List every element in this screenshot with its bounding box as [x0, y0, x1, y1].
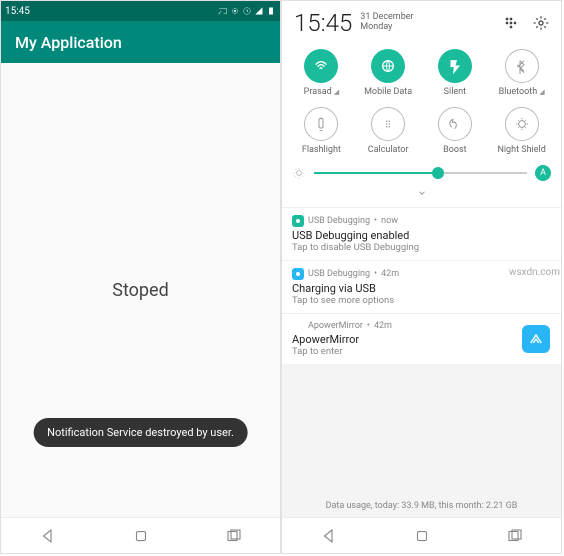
qs-tile-night shield[interactable]: Night Shield	[488, 103, 555, 161]
recent-button[interactable]	[225, 527, 243, 545]
qs-tile-calculator[interactable]: Calculator	[355, 103, 422, 161]
home-button[interactable]	[413, 527, 431, 545]
qs-header: 15:45 31 December Monday	[282, 1, 561, 41]
settings-icon[interactable]	[533, 15, 549, 31]
clock-icon	[242, 6, 252, 16]
notif-sub: Tap to see more options	[292, 295, 551, 306]
notif-sub: Tap to disable USB Debugging	[292, 242, 551, 253]
tile-label: Calculator	[368, 145, 409, 155]
cast-icon	[218, 6, 228, 16]
tile-icon	[380, 116, 396, 132]
app-body: Stoped Notification Service destroyed by…	[1, 63, 280, 517]
qs-date-weekday: Monday	[360, 22, 392, 32]
tile-icon	[514, 58, 530, 74]
back-button[interactable]	[39, 527, 57, 545]
notif-title: Charging via USB	[292, 282, 551, 295]
edit-tiles-icon[interactable]	[503, 15, 519, 31]
brightness-auto-toggle[interactable]: A	[535, 165, 551, 181]
status-bar: 15:45	[1, 1, 280, 21]
tile-label: Flashlight	[302, 145, 341, 155]
tile-icon	[447, 116, 463, 132]
tile-label: Night Shield	[497, 145, 545, 155]
tile-label: Prasad ◢	[304, 87, 339, 97]
qs-tile-flashlight[interactable]: Flashlight	[288, 103, 355, 161]
tile-label: Silent	[444, 87, 466, 97]
watermark: wsxdn.com	[509, 267, 560, 278]
notif-time: 42m	[374, 321, 392, 331]
notif-sub: Tap to enter	[292, 346, 521, 357]
battery-icon	[266, 6, 276, 16]
nav-bar	[1, 517, 280, 553]
toast: Notification Service destroyed by user.	[33, 418, 248, 447]
tile-label: Boost	[443, 145, 466, 155]
brightness-row: A	[282, 161, 561, 185]
notif-app-icon	[292, 215, 304, 227]
notif-app-icon	[292, 268, 304, 280]
back-button[interactable]	[320, 527, 338, 545]
apowermirror-icon	[522, 325, 550, 353]
notif-app: USB Debugging	[308, 216, 370, 226]
notif-time: now	[381, 216, 398, 226]
phone-left: 15:45 My Application Stoped Notification…	[0, 0, 281, 554]
signal-icon	[254, 6, 264, 16]
qs-date-day: 31 December	[360, 12, 413, 22]
qs-tile-boost[interactable]: Boost	[422, 103, 489, 161]
notif-title: ApowerMirror	[292, 333, 521, 346]
brightness-slider[interactable]	[314, 172, 527, 174]
notification-item[interactable]: ApowerMirror•42m ApowerMirror Tap to ent…	[282, 313, 561, 364]
notif-time: 42m	[381, 269, 399, 279]
notif-app: ApowerMirror	[308, 321, 363, 331]
qs-time: 15:45	[294, 9, 352, 37]
location-icon	[230, 6, 240, 16]
expand-chevron[interactable]	[282, 185, 561, 207]
home-button[interactable]	[132, 527, 150, 545]
qs-tile-bluetooth[interactable]: Bluetooth ◢	[488, 45, 555, 103]
tile-icon	[313, 58, 329, 74]
tile-icon	[313, 116, 329, 132]
qs-tiles-grid: Prasad ◢ Mobile Data Silent Bluetooth ◢ …	[282, 41, 561, 161]
tile-label: Mobile Data	[364, 87, 412, 97]
qs-tile-mobile data[interactable]: Mobile Data	[355, 45, 422, 103]
notif-app: USB Debugging	[308, 269, 370, 279]
app-bar: My Application	[1, 21, 280, 63]
statusbar-time: 15:45	[5, 6, 30, 17]
qs-tile-prasad[interactable]: Prasad ◢	[288, 45, 355, 103]
statusbar-icons	[218, 6, 276, 16]
notification-list: USB Debugging•now USB Debugging enabled …	[282, 207, 561, 364]
brightness-low-icon	[292, 166, 306, 180]
tile-icon	[447, 58, 463, 74]
qs-tile-silent[interactable]: Silent	[422, 45, 489, 103]
tile-label: Bluetooth ◢	[499, 87, 545, 97]
tile-icon	[514, 116, 530, 132]
qs-date: 31 December Monday	[360, 13, 413, 33]
notif-title: USB Debugging enabled	[292, 229, 551, 242]
nav-bar	[282, 517, 561, 553]
app-title: My Application	[15, 33, 122, 52]
tile-icon	[380, 58, 396, 74]
recent-button[interactable]	[506, 527, 524, 545]
body-text: Stoped	[112, 280, 168, 301]
data-usage-text: Data usage, today: 33.9 MB, this month: …	[282, 495, 561, 517]
toast-text: Notification Service destroyed by user.	[47, 426, 234, 439]
notification-item[interactable]: USB Debugging•now USB Debugging enabled …	[282, 207, 561, 260]
